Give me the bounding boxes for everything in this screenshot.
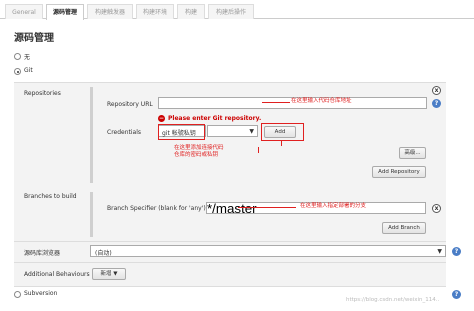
help-icon[interactable]: ? [432,99,441,108]
chevron-down-icon: ▼ [437,248,442,255]
url-annotation: 在这里输入代码仓库地址 [291,98,352,104]
branch-annotation-arrow [238,207,296,208]
add-repository-button-label: Add Repository [378,169,420,175]
radio-git-label: Git [24,67,33,74]
repository-url-label: Repository URL [107,101,153,108]
browser-selected-value: (自动) [95,250,112,257]
branch-specifier-label: Branch Specifier (blank for 'any') [107,205,206,212]
credentials-arrow-left [258,147,259,153]
browser-select[interactable]: (自动) ▼ [90,245,446,257]
add-repository-button[interactable]: Add Repository [372,166,426,178]
tab-label: 源码管理 [52,9,77,16]
credentials-arrow-right [281,140,282,146]
tab-build-triggers[interactable]: 构建触发器 [87,4,133,19]
add-branch-button[interactable]: Add Branch [382,222,426,234]
page-title: 源码管理 [14,33,54,44]
add-behaviour-button-label: 新增 [100,271,112,277]
tab-post-build[interactable]: 构建后操作 [208,4,254,19]
chevron-down-icon: ▼ [113,271,118,277]
behaviours-label: Additional Behaviours [24,271,90,278]
tab-build-environment[interactable]: 构建环境 [136,4,174,19]
tab-source-management[interactable]: 源码管理 [46,4,84,20]
tab-label: 构建后操作 [215,9,246,16]
error-icon: − [158,115,165,122]
help-icon[interactable]: ? [452,290,461,299]
advanced-button[interactable]: 高级... [399,147,426,159]
radio-subversion[interactable] [14,291,21,298]
url-annotation-arrow [262,102,290,103]
repositories-label: Repositories [24,90,61,97]
tab-bar: General 源码管理 构建触发器 构建环境 构建 构建后操作 [0,4,474,20]
credentials-select-highlight [158,124,205,140]
divider [14,241,446,242]
advanced-button-label: 高级... [404,150,421,156]
add-branch-button-label: Add Branch [388,225,420,231]
branch-annotation: 在这里输入指定部署的分支 [300,203,367,209]
browser-label: 源码库浏览器 [24,250,61,257]
credentials-label: Credentials [107,129,142,136]
credentials-annotation-line1: 在这里添加连接代码 [174,145,224,151]
radio-none-label: 无 [24,54,31,61]
credentials-annotation-line2: 仓库的密码或私钥 [174,152,219,158]
add-behaviour-button[interactable]: 新增 ▼ [92,268,126,280]
branches-label: Branches to build [24,193,77,200]
credentials-highlight-box [261,123,304,141]
credentials-secondary-select[interactable]: ▼ [207,125,258,137]
tab-label: 构建 [184,9,197,16]
tab-label: General [12,9,36,16]
repository-url-error: Please enter Git repository. [168,115,262,122]
delete-branch-icon[interactable]: x [432,204,441,213]
watermark: https://blog.csdn.net/weixin_114.. [346,297,440,303]
tab-build[interactable]: 构建 [177,4,205,19]
tab-label: 构建触发器 [94,9,125,16]
divider [14,262,446,263]
help-icon[interactable]: ? [452,247,461,256]
delete-repository-icon[interactable]: x [432,86,441,95]
radio-none[interactable] [14,53,21,60]
tab-label: 构建环境 [142,9,167,16]
chevron-down-icon: ▼ [249,128,254,135]
tab-general[interactable]: General [5,4,43,19]
radio-subversion-label: Subversion [24,290,58,297]
radio-git[interactable] [14,68,21,75]
